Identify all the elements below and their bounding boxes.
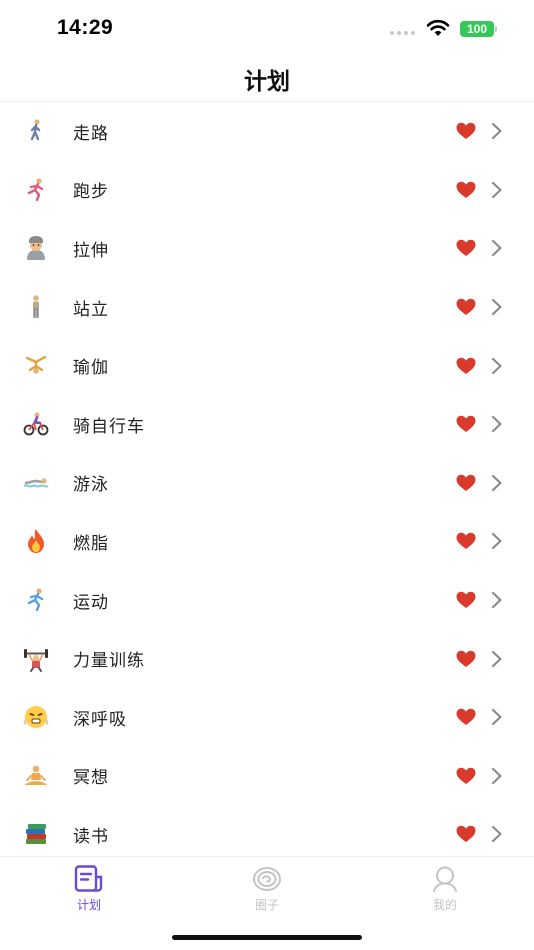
plan-row-strength[interactable]: 力量训练 [0,629,534,688]
plan-row-walk[interactable]: 走路 [0,102,534,161]
running-person-icon [22,586,50,614]
plan-label: 冥想 [73,768,109,789]
battery-icon: 100 [460,21,494,37]
plan-label: 跑步 [73,182,109,203]
heart-icon[interactable] [456,708,476,726]
cartwheel-person-icon [22,352,50,380]
heart-icon[interactable] [456,474,476,492]
plan-label: 瑜伽 [73,358,109,379]
plan-label: 深呼吸 [73,709,127,730]
plan-label: 力量训练 [73,651,145,672]
plan-label: 走路 [73,123,109,144]
wifi-icon [426,19,450,36]
heart-icon[interactable] [456,298,476,316]
plan-label: 读书 [73,826,109,847]
chevron-right-icon[interactable] [491,181,503,199]
cyclist-icon [22,410,50,438]
status-time: 14:29 [57,16,114,39]
stretching-person-icon [22,234,50,262]
chevron-right-icon[interactable] [491,708,503,726]
plan-row-run[interactable]: 跑步 [0,161,534,220]
meditation-person-icon [22,762,50,790]
heart-icon[interactable] [456,591,476,609]
status-bar: 14:29 100 [0,0,534,56]
page-title: 计划 [244,69,290,95]
plan-row-reading[interactable]: 读书 [0,805,534,856]
heart-icon[interactable] [456,650,476,668]
tab-mine[interactable]: 我的 [405,865,485,913]
heart-icon[interactable] [456,239,476,257]
battery-cap [495,26,497,32]
fire-icon [22,527,50,555]
walking-person-icon [22,117,50,145]
chevron-right-icon[interactable] [491,357,503,375]
cellular-signal-icon [390,31,415,35]
app-screen: 14:29 100 计划 走路 跑步 拉伸 站立 瑜伽 骑自行车 游泳 燃脂 运… [0,0,534,950]
plan-label: 燃脂 [73,533,109,554]
running-person-icon [22,176,50,204]
plan-row-stand[interactable]: 站立 [0,278,534,337]
plan-label: 骑自行车 [73,416,145,437]
plan-row-yoga[interactable]: 瑜伽 [0,336,534,395]
plan-label: 拉伸 [73,240,109,261]
heart-icon[interactable] [456,415,476,433]
heart-icon[interactable] [456,767,476,785]
chevron-right-icon[interactable] [491,239,503,257]
chevron-right-icon[interactable] [491,767,503,785]
weightlifter-icon [22,645,50,673]
plan-row-stretch[interactable]: 拉伸 [0,219,534,278]
tab-label: 圈子 [254,898,279,912]
chevron-right-icon[interactable] [491,415,503,433]
chevron-right-icon[interactable] [491,650,503,668]
home-indicator[interactable] [172,935,362,940]
profile-icon [433,866,457,892]
chevron-right-icon[interactable] [491,825,503,843]
plan-row-swim[interactable]: 游泳 [0,454,534,513]
plan-label: 运动 [73,592,109,613]
tab-plan[interactable]: 计划 [49,865,129,913]
books-icon [22,820,50,848]
plan-row-cycling[interactable]: 骑自行车 [0,395,534,454]
chevron-right-icon[interactable] [491,122,503,140]
swimmer-icon [22,469,50,497]
heart-icon[interactable] [456,122,476,140]
battery-level: 100 [466,22,488,36]
tab-label: 计划 [76,898,101,912]
tab-circle[interactable]: 圈子 [227,865,307,913]
plan-row-breathing[interactable]: 深呼吸 [0,688,534,747]
heart-icon[interactable] [456,357,476,375]
chevron-right-icon[interactable] [491,591,503,609]
plan-document-icon [74,865,103,892]
tab-label: 我的 [432,898,457,912]
plan-row-fat-burn[interactable]: 燃脂 [0,512,534,571]
nav-bar: 计划 [0,56,534,102]
heart-icon[interactable] [456,532,476,550]
chevron-right-icon[interactable] [491,298,503,316]
heart-icon[interactable] [456,825,476,843]
chevron-right-icon[interactable] [491,474,503,492]
plan-row-meditation[interactable]: 冥想 [0,747,534,806]
plan-label: 站立 [73,299,109,320]
plan-list: 走路 跑步 拉伸 站立 瑜伽 骑自行车 游泳 燃脂 运动 力量训练 深呼吸 冥想… [0,102,534,856]
chevron-right-icon[interactable] [491,532,503,550]
steaming-face-icon [22,703,50,731]
circle-swirl-icon [253,867,281,891]
standing-person-icon [22,293,50,321]
plan-label: 游泳 [73,475,109,496]
plan-row-exercise[interactable]: 运动 [0,571,534,630]
heart-icon[interactable] [456,181,476,199]
